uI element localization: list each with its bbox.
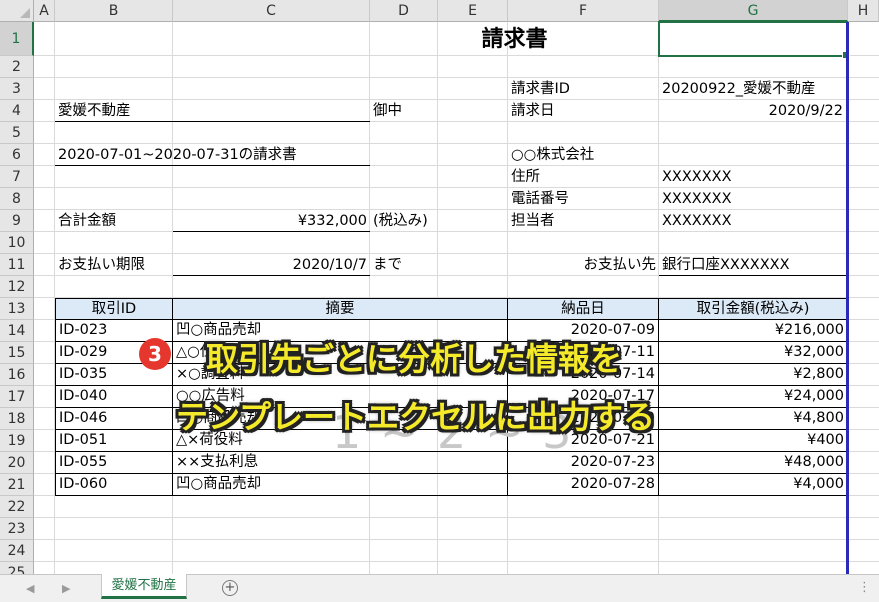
tab-next-arrow-icon[interactable]: ▶ xyxy=(62,582,70,595)
row-header-8[interactable]: 8 xyxy=(0,188,34,210)
tab-options-icon[interactable]: ⋮ xyxy=(858,580,871,595)
invoice-id-label[interactable]: 請求書ID xyxy=(508,78,573,100)
payee-label[interactable]: お支払い先 xyxy=(508,254,659,276)
row-header-6[interactable]: 6 xyxy=(0,144,34,166)
table-cell[interactable]: ID-040 xyxy=(55,386,173,408)
due-label[interactable]: お支払い期限 xyxy=(55,254,148,276)
table-header-cell[interactable]: 取引ID xyxy=(55,298,173,320)
gridline-horizontal xyxy=(34,517,879,518)
table-cell[interactable]: ¥400 xyxy=(659,430,848,452)
table-cell[interactable]: 凹○商品売却 xyxy=(173,474,508,496)
company-name[interactable]: ○○株式会社 xyxy=(508,144,597,166)
table-cell[interactable]: ID-051 xyxy=(55,430,173,452)
overlay-caption-line2: テンプレートエクセルに出力する xyxy=(176,398,656,436)
row-header-12[interactable]: 12 xyxy=(0,276,34,298)
row-header-16[interactable]: 16 xyxy=(0,364,34,386)
gridline-horizontal xyxy=(34,187,879,188)
row-header-10[interactable]: 10 xyxy=(0,232,34,254)
tax-note[interactable]: (税込み) xyxy=(370,210,431,232)
gridline-horizontal xyxy=(34,561,879,562)
column-header-h[interactable]: H xyxy=(848,0,879,22)
billing-period[interactable]: 2020-07-01~2020-07-31の請求書 xyxy=(55,144,300,166)
column-header-b[interactable]: B xyxy=(55,0,173,22)
row-header-13[interactable]: 13 xyxy=(0,298,34,320)
table-cell[interactable]: ¥32,000 xyxy=(659,342,848,364)
total-value[interactable]: ¥332,000 xyxy=(173,210,370,232)
payee-value[interactable]: 銀行口座XXXXXXX xyxy=(659,254,793,276)
gridline-horizontal xyxy=(34,539,879,540)
page-break-line xyxy=(846,22,849,574)
row-header-22[interactable]: 22 xyxy=(0,496,34,518)
row-header-5[interactable]: 5 xyxy=(0,122,34,144)
row-header-18[interactable]: 18 xyxy=(0,408,34,430)
row-header-11[interactable]: 11 xyxy=(0,254,34,276)
row-header-2[interactable]: 2 xyxy=(0,56,34,78)
row-header-15[interactable]: 15 xyxy=(0,342,34,364)
invoice-title[interactable]: 請求書 xyxy=(370,24,659,56)
column-header-c[interactable]: C xyxy=(173,0,370,22)
total-label[interactable]: 合計金額 xyxy=(55,210,119,232)
sheet-tab-bar: ◀ ▶ 愛媛不動産 + ⋮ xyxy=(0,574,879,602)
table-header-cell[interactable]: 摘要 xyxy=(173,298,508,320)
spreadsheet-grid[interactable]: ABCDEFGH 1 2 3 4 5 6 7 8 9 10 11 12 13 14 15 16 17 18 19 20… xyxy=(0,0,879,574)
row-header-9[interactable]: 9 xyxy=(0,210,34,232)
step-badge: 3 xyxy=(139,338,171,370)
table-cell[interactable]: ¥4,000 xyxy=(659,474,848,496)
active-cell-g1[interactable] xyxy=(658,21,850,59)
honorific[interactable]: 御中 xyxy=(370,100,405,122)
staff-value[interactable]: XXXXXXX xyxy=(659,210,735,232)
invoice-date-value[interactable]: 2020/9/22 xyxy=(659,100,846,122)
row-header-3[interactable]: 3 xyxy=(0,78,34,100)
add-sheet-icon[interactable]: + xyxy=(222,580,238,596)
row-header-25[interactable]: 25 xyxy=(0,562,34,574)
select-all-corner[interactable] xyxy=(0,0,34,22)
sheet-tab-active[interactable]: 愛媛不動産 xyxy=(101,574,187,599)
row-header-19[interactable]: 19 xyxy=(0,430,34,452)
payee-underline xyxy=(659,275,846,276)
row-header-4[interactable]: 4 xyxy=(0,100,34,122)
table-cell[interactable]: ¥4,800 xyxy=(659,408,848,430)
row-header-14[interactable]: 14 xyxy=(0,320,34,342)
due-underline xyxy=(173,275,370,276)
due-value[interactable]: 2020/10/7 xyxy=(173,254,370,276)
total-underline xyxy=(173,231,370,232)
row-header-7[interactable]: 7 xyxy=(0,166,34,188)
overlay-caption-line1: 取引先ごとに分析した情報を xyxy=(206,340,623,378)
row-header-21[interactable]: 21 xyxy=(0,474,34,496)
invoice-date-label[interactable]: 請求日 xyxy=(508,100,558,122)
column-header-a[interactable]: A xyxy=(34,0,55,22)
column-header-e[interactable]: E xyxy=(438,0,508,22)
client-name[interactable]: 愛媛不動産 xyxy=(55,100,134,122)
table-cell[interactable]: ID-055 xyxy=(55,452,173,474)
row-header-1[interactable]: 1 xyxy=(0,22,34,56)
table-cell[interactable]: ID-046 xyxy=(55,408,173,430)
tab-prev-arrow-icon[interactable]: ◀ xyxy=(26,582,34,595)
invoice-id-value[interactable]: 20200922_愛媛不動産 xyxy=(659,78,819,100)
column-header-f[interactable]: F xyxy=(508,0,659,22)
table-cell[interactable]: ¥216,000 xyxy=(659,320,848,342)
phone-label[interactable]: 電話番号 xyxy=(508,188,572,210)
table-cell[interactable]: 2020-07-28 xyxy=(508,474,659,496)
column-header-g[interactable]: G xyxy=(659,0,848,22)
row-header-24[interactable]: 24 xyxy=(0,540,34,562)
column-header-d[interactable]: D xyxy=(370,0,438,22)
staff-label[interactable]: 担当者 xyxy=(508,210,558,232)
table-cell[interactable]: ¥48,000 xyxy=(659,452,848,474)
address-label[interactable]: 住所 xyxy=(508,166,543,188)
row-header-17[interactable]: 17 xyxy=(0,386,34,408)
address-value[interactable]: XXXXXXX xyxy=(659,166,735,188)
due-suffix[interactable]: まで xyxy=(370,254,405,276)
table-header-cell[interactable]: 納品日 xyxy=(508,298,659,320)
gridline-horizontal xyxy=(34,231,879,232)
table-cell[interactable]: ¥24,000 xyxy=(659,386,848,408)
client-underline xyxy=(55,121,370,122)
gridline-horizontal xyxy=(34,209,879,210)
table-cell[interactable]: ID-060 xyxy=(55,474,173,496)
period-underline xyxy=(55,165,370,166)
table-cell[interactable]: ¥2,800 xyxy=(659,364,848,386)
phone-value[interactable]: XXXXXXX xyxy=(659,188,735,210)
table-header-cell[interactable]: 取引金額(税込み) xyxy=(659,298,848,320)
row-header-23[interactable]: 23 xyxy=(0,518,34,540)
row-header-20[interactable]: 20 xyxy=(0,452,34,474)
